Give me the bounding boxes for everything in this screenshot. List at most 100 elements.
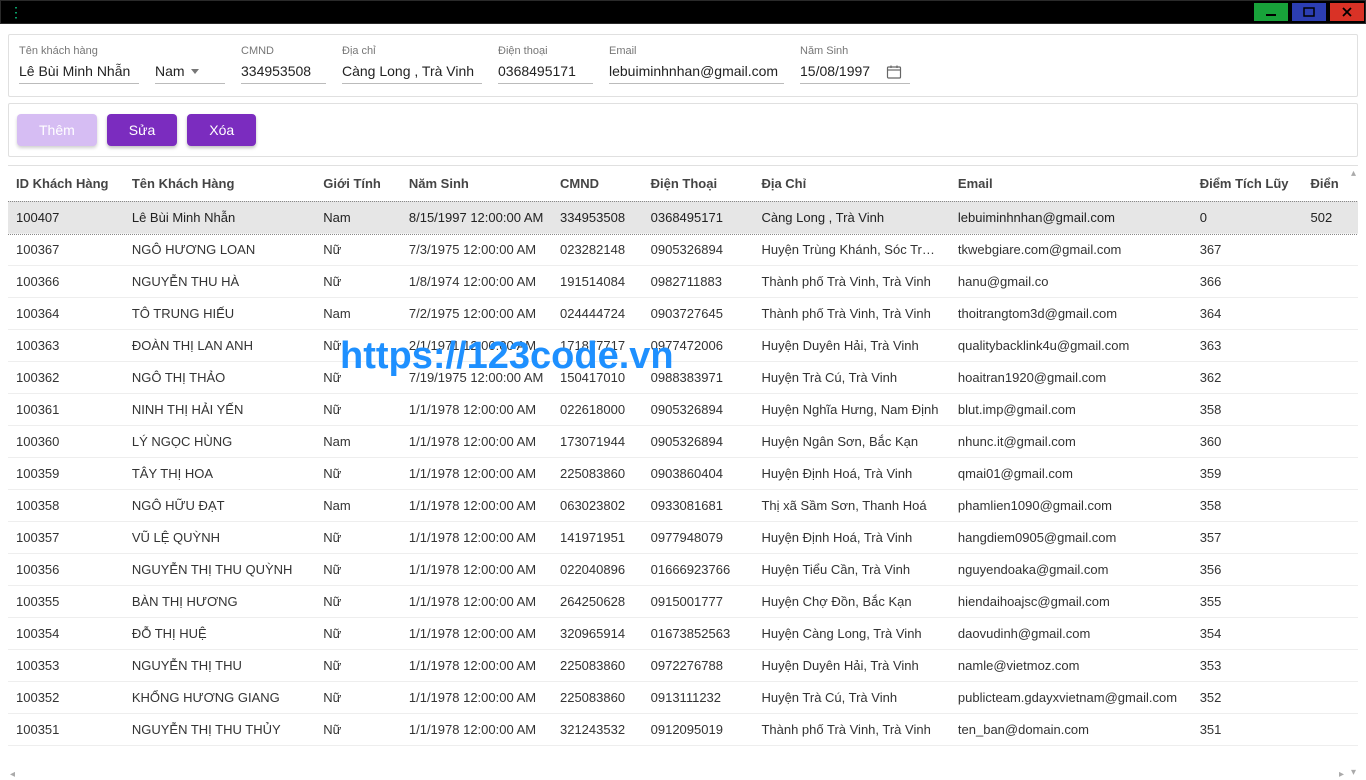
col-name[interactable]: Tên Khách Hàng — [124, 166, 315, 202]
cell-gender: Nữ — [315, 330, 401, 362]
table-row[interactable]: 100354ĐỖ THỊ HUỆNữ1/1/1978 12:00:00 AM32… — [8, 618, 1358, 650]
cell-extra — [1303, 554, 1359, 586]
address-input[interactable] — [342, 61, 482, 84]
cell-cmnd: 023282148 — [552, 234, 643, 266]
cell-cmnd: 022618000 — [552, 394, 643, 426]
cell-address: Huyện Duyên Hải, Trà Vinh — [753, 330, 949, 362]
customer-table-container: ID Khách Hàng Tên Khách Hàng Giới Tính N… — [8, 165, 1358, 780]
table-row[interactable]: 100362NGÔ THỊ THẢONữ7/19/1975 12:00:00 A… — [8, 362, 1358, 394]
cell-points: 367 — [1192, 234, 1303, 266]
table-row[interactable]: 100353NGUYỄN THỊ THUNữ1/1/1978 12:00:00 … — [8, 650, 1358, 682]
cell-birth: 1/1/1978 12:00:00 AM — [401, 522, 552, 554]
col-email[interactable]: Email — [950, 166, 1192, 202]
cell-birth: 1/1/1978 12:00:00 AM — [401, 714, 552, 746]
delete-button[interactable]: Xóa — [187, 114, 256, 146]
cmnd-input[interactable] — [241, 61, 326, 84]
table-row[interactable]: 100367NGÔ HƯƠNG LOANNữ7/3/1975 12:00:00 … — [8, 234, 1358, 266]
cell-cmnd: 063023802 — [552, 490, 643, 522]
cell-name: KHỔNG HƯƠNG GIANG — [124, 682, 315, 714]
table-row[interactable]: 100357VŨ LỆ QUỲNHNữ1/1/1978 12:00:00 AM1… — [8, 522, 1358, 554]
window-close-button[interactable] — [1329, 2, 1365, 22]
table-row[interactable]: 100356NGUYỄN THỊ THU QUỲNHNữ1/1/1978 12:… — [8, 554, 1358, 586]
cell-cmnd: 022040896 — [552, 554, 643, 586]
email-input[interactable] — [609, 61, 784, 84]
customer-name-input[interactable] — [19, 61, 139, 84]
table-row[interactable]: 100366NGUYỄN THU HÀNữ1/8/1974 12:00:00 A… — [8, 266, 1358, 298]
col-birth[interactable]: Năm Sinh — [401, 166, 552, 202]
vertical-scrollbar[interactable]: ▴ ▾ — [1351, 168, 1356, 778]
phone-label: Điện thoại — [498, 45, 593, 57]
cell-birth: 1/1/1978 12:00:00 AM — [401, 682, 552, 714]
table-row[interactable]: 100361NINH THỊ HẢI YẾNNữ1/1/1978 12:00:0… — [8, 394, 1358, 426]
cell-points: 352 — [1192, 682, 1303, 714]
cell-name: NGUYỄN THỊ THU — [124, 650, 315, 682]
cell-email: ten_ban@domain.com — [950, 714, 1192, 746]
cell-phone: 0903727645 — [643, 298, 754, 330]
cell-cmnd: 264250628 — [552, 586, 643, 618]
cell-name: NGUYỄN THU HÀ — [124, 266, 315, 298]
cell-id: 100357 — [8, 522, 124, 554]
table-row[interactable]: 100364TÔ TRUNG HIẾUNam7/2/1975 12:00:00 … — [8, 298, 1358, 330]
cell-phone: 0933081681 — [643, 490, 754, 522]
cell-cmnd: 171877717 — [552, 330, 643, 362]
birth-input[interactable] — [800, 61, 880, 83]
cell-extra — [1303, 682, 1359, 714]
cell-phone: 0903860404 — [643, 458, 754, 490]
col-id[interactable]: ID Khách Hàng — [8, 166, 124, 202]
cell-birth: 1/8/1974 12:00:00 AM — [401, 266, 552, 298]
app-menu-icon[interactable]: ⋮ — [1, 4, 22, 21]
cell-gender: Nữ — [315, 362, 401, 394]
table-row[interactable]: 100352KHỔNG HƯƠNG GIANGNữ1/1/1978 12:00:… — [8, 682, 1358, 714]
cell-extra — [1303, 714, 1359, 746]
col-gender[interactable]: Giới Tính — [315, 166, 401, 202]
cell-extra — [1303, 330, 1359, 362]
cell-extra — [1303, 618, 1359, 650]
edit-button[interactable]: Sửa — [107, 114, 178, 146]
cell-cmnd: 173071944 — [552, 426, 643, 458]
cell-phone: 0905326894 — [643, 234, 754, 266]
col-address[interactable]: Địa Chỉ — [753, 166, 949, 202]
cell-cmnd: 225083860 — [552, 458, 643, 490]
cell-birth: 1/1/1978 12:00:00 AM — [401, 458, 552, 490]
cell-email: daovudinh@gmail.com — [950, 618, 1192, 650]
cell-name: ĐỖ THỊ HUỆ — [124, 618, 315, 650]
cell-address: Huyện Trùng Khánh, Sóc Trăng — [753, 234, 949, 266]
cell-email: phamlien1090@gmail.com — [950, 490, 1192, 522]
phone-input[interactable] — [498, 61, 593, 84]
add-button[interactable]: Thêm — [17, 114, 97, 146]
cell-id: 100361 — [8, 394, 124, 426]
window-minimize-button[interactable] — [1253, 2, 1289, 22]
table-row[interactable]: 100407Lê Bùi Minh NhẫnNam8/15/1997 12:00… — [8, 202, 1358, 234]
gender-select[interactable]: Nam — [155, 61, 225, 84]
col-cmnd[interactable]: CMND — [552, 166, 643, 202]
col-extra[interactable]: Điển — [1303, 166, 1359, 202]
cmnd-label: CMND — [241, 45, 326, 57]
cell-address: Huyện Chợ Đồn, Bắc Kạn — [753, 586, 949, 618]
table-row[interactable]: 100363ĐOÀN THỊ LAN ANHNữ2/1/1971 12:00:0… — [8, 330, 1358, 362]
cell-address: Thành phố Trà Vinh, Trà Vinh — [753, 298, 949, 330]
horizontal-scrollbar[interactable]: ◂ ▸ — [10, 769, 1344, 780]
table-row[interactable]: 100360LÝ NGỌC HÙNGNam1/1/1978 12:00:00 A… — [8, 426, 1358, 458]
cell-cmnd: 320965914 — [552, 618, 643, 650]
calendar-icon[interactable] — [886, 64, 902, 80]
col-phone[interactable]: Điện Thoại — [643, 166, 754, 202]
cell-points: 362 — [1192, 362, 1303, 394]
cell-id: 100407 — [8, 202, 124, 234]
cell-email: hiendaihoajsc@gmail.com — [950, 586, 1192, 618]
cell-phone: 0368495171 — [643, 202, 754, 234]
cell-cmnd: 321243532 — [552, 714, 643, 746]
cell-address: Thành phố Trà Vinh, Trà Vinh — [753, 714, 949, 746]
cell-points: 356 — [1192, 554, 1303, 586]
col-points[interactable]: Điểm Tích Lũy — [1192, 166, 1303, 202]
cell-phone: 0988383971 — [643, 362, 754, 394]
table-row[interactable]: 100355BÀN THỊ HƯƠNGNữ1/1/1978 12:00:00 A… — [8, 586, 1358, 618]
table-row[interactable]: 100351NGUYỄN THỊ THU THỦYNữ1/1/1978 12:0… — [8, 714, 1358, 746]
cell-birth: 1/1/1978 12:00:00 AM — [401, 554, 552, 586]
table-row[interactable]: 100359TÂY THỊ HOANữ1/1/1978 12:00:00 AM2… — [8, 458, 1358, 490]
table-row[interactable]: 100358NGÔ HỮU ĐẠTNam1/1/1978 12:00:00 AM… — [8, 490, 1358, 522]
cell-id: 100359 — [8, 458, 124, 490]
window-maximize-button[interactable] — [1291, 2, 1327, 22]
cell-cmnd: 334953508 — [552, 202, 643, 234]
cell-phone: 0977472006 — [643, 330, 754, 362]
cell-email: lebuiminhnhan@gmail.com — [950, 202, 1192, 234]
